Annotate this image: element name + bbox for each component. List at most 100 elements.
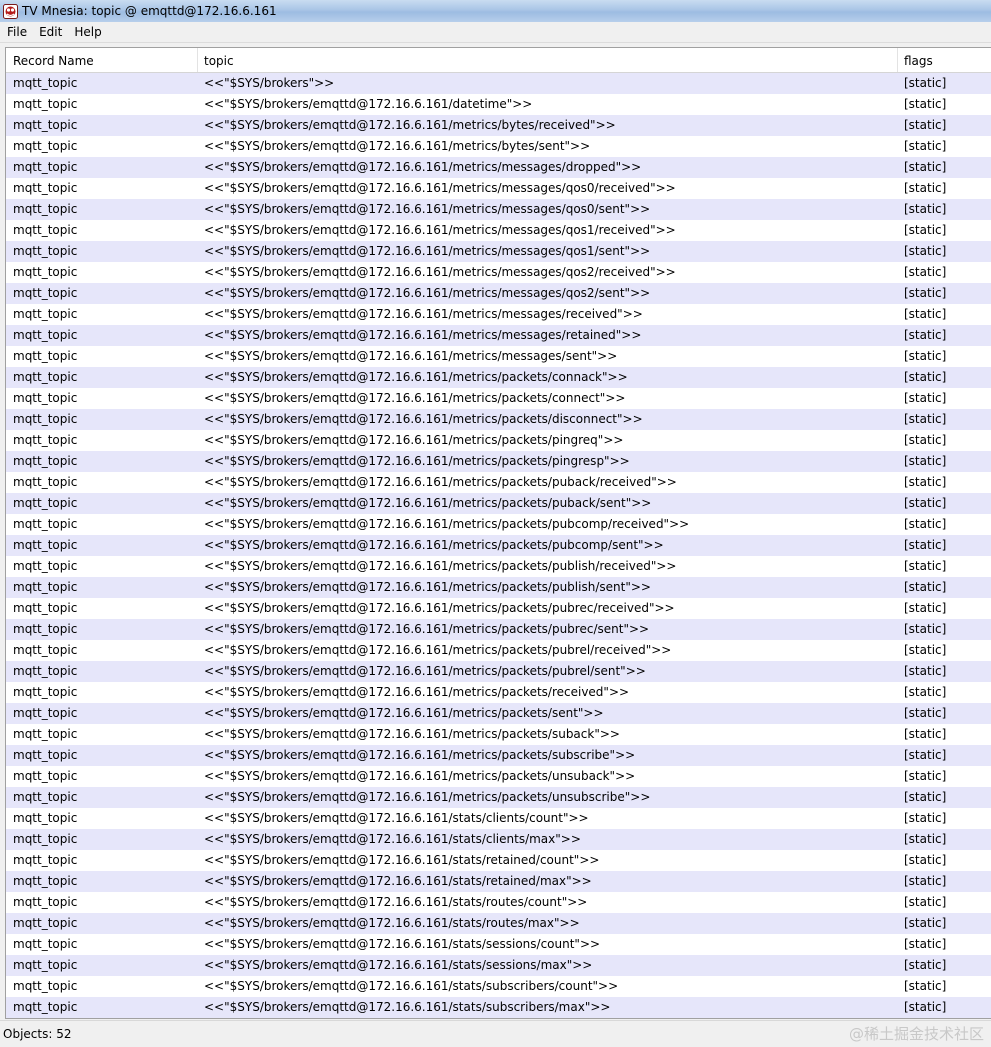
cell-topic: <<"$SYS/brokers/emqttd@172.16.6.161/metr… <box>204 748 636 762</box>
table-row[interactable]: mqtt_topic <<"$SYS/brokers/emqttd@172.16.… <box>6 283 991 304</box>
table-row[interactable]: mqtt_topic <<"$SYS/brokers/emqttd@172.16.… <box>6 745 991 766</box>
cell-record-name: mqtt_topic <box>13 454 78 468</box>
cell-record-name: mqtt_topic <box>13 874 78 888</box>
table-row[interactable]: mqtt_topic <<"$SYS/brokers/emqttd@172.16.… <box>6 724 991 745</box>
table-row[interactable]: mqtt_topic <<"$SYS/brokers/emqttd@172.16.… <box>6 934 991 955</box>
cell-flags: [static] <box>904 265 947 279</box>
menu-edit[interactable]: Edit <box>32 25 67 39</box>
table-row[interactable]: mqtt_topic <<"$SYS/brokers/emqttd@172.16.… <box>6 808 991 829</box>
table-row[interactable]: mqtt_topic <<"$SYS/brokers/emqttd@172.16.… <box>6 388 991 409</box>
cell-topic: <<"$SYS/brokers/emqttd@172.16.6.161/metr… <box>204 328 642 342</box>
table-row[interactable]: mqtt_topic <<"$SYS/brokers">> [static] <box>6 73 991 94</box>
cell-record-name: mqtt_topic <box>13 244 78 258</box>
cell-topic: <<"$SYS/brokers/emqttd@172.16.6.161/metr… <box>204 118 616 132</box>
cell-record-name: mqtt_topic <box>13 118 78 132</box>
table-row[interactable]: mqtt_topic <<"$SYS/brokers/emqttd@172.16.… <box>6 640 991 661</box>
cell-topic: <<"$SYS/brokers/emqttd@172.16.6.161/metr… <box>204 622 650 636</box>
table-row[interactable]: mqtt_topic <<"$SYS/brokers/emqttd@172.16.… <box>6 409 991 430</box>
table-row[interactable]: mqtt_topic <<"$SYS/brokers/emqttd@172.16.… <box>6 829 991 850</box>
table-row[interactable]: mqtt_topic <<"$SYS/brokers/emqttd@172.16.… <box>6 199 991 220</box>
table-row[interactable]: mqtt_topic <<"$SYS/brokers/emqttd@172.16.… <box>6 430 991 451</box>
cell-record-name: mqtt_topic <box>13 769 78 783</box>
cell-flags: [static] <box>904 853 947 867</box>
cell-record-name: mqtt_topic <box>13 937 78 951</box>
menu-help[interactable]: Help <box>67 25 106 39</box>
table-row[interactable]: mqtt_topic <<"$SYS/brokers/emqttd@172.16.… <box>6 367 991 388</box>
table-row[interactable]: mqtt_topic <<"$SYS/brokers/emqttd@172.16.… <box>6 892 991 913</box>
table-row[interactable]: mqtt_topic <<"$SYS/brokers/emqttd@172.16.… <box>6 136 991 157</box>
table-row[interactable]: mqtt_topic <<"$SYS/brokers/emqttd@172.16.… <box>6 913 991 934</box>
cell-flags: [static] <box>904 76 947 90</box>
cell-record-name: mqtt_topic <box>13 76 78 90</box>
cell-record-name: mqtt_topic <box>13 370 78 384</box>
cell-flags: [static] <box>904 727 947 741</box>
table-row[interactable]: mqtt_topic <<"$SYS/brokers/emqttd@172.16.… <box>6 304 991 325</box>
table-row[interactable]: mqtt_topic <<"$SYS/brokers/emqttd@172.16.… <box>6 178 991 199</box>
table-row[interactable]: mqtt_topic <<"$SYS/brokers/emqttd@172.16.… <box>6 997 991 1018</box>
table-row[interactable]: mqtt_topic <<"$SYS/brokers/emqttd@172.16.… <box>6 514 991 535</box>
cell-topic: <<"$SYS/brokers/emqttd@172.16.6.161/metr… <box>204 181 676 195</box>
table-row[interactable]: mqtt_topic <<"$SYS/brokers/emqttd@172.16.… <box>6 619 991 640</box>
menu-file[interactable]: File <box>0 25 32 39</box>
cell-flags: [static] <box>904 97 947 111</box>
table-row[interactable]: mqtt_topic <<"$SYS/brokers/emqttd@172.16.… <box>6 115 991 136</box>
table-row[interactable]: mqtt_topic <<"$SYS/brokers/emqttd@172.16.… <box>6 577 991 598</box>
table-row[interactable]: mqtt_topic <<"$SYS/brokers/emqttd@172.16.… <box>6 787 991 808</box>
table-row[interactable]: mqtt_topic <<"$SYS/brokers/emqttd@172.16.… <box>6 850 991 871</box>
table-row[interactable]: mqtt_topic <<"$SYS/brokers/emqttd@172.16.… <box>6 661 991 682</box>
table-row[interactable]: mqtt_topic <<"$SYS/brokers/emqttd@172.16.… <box>6 346 991 367</box>
table-row[interactable]: mqtt_topic <<"$SYS/brokers/emqttd@172.16.… <box>6 451 991 472</box>
table-row[interactable]: mqtt_topic <<"$SYS/brokers/emqttd@172.16.… <box>6 325 991 346</box>
column-header-record-name[interactable]: Record Name <box>6 48 197 72</box>
table-row[interactable]: mqtt_topic <<"$SYS/brokers/emqttd@172.16.… <box>6 976 991 997</box>
cell-record-name: mqtt_topic <box>13 202 78 216</box>
cell-flags: [static] <box>904 748 947 762</box>
cell-flags: [static] <box>904 979 947 993</box>
tv-mnesia-app-icon[interactable] <box>2 3 18 19</box>
column-header-topic[interactable]: topic <box>197 48 897 72</box>
cell-record-name: mqtt_topic <box>13 1000 78 1014</box>
table-row[interactable]: mqtt_topic <<"$SYS/brokers/emqttd@172.16.… <box>6 472 991 493</box>
cell-flags: [static] <box>904 223 947 237</box>
cell-topic: <<"$SYS/brokers/emqttd@172.16.6.161/stat… <box>204 874 592 888</box>
cell-record-name: mqtt_topic <box>13 958 78 972</box>
cell-flags: [static] <box>904 559 947 573</box>
cell-topic: <<"$SYS/brokers/emqttd@172.16.6.161/date… <box>204 97 533 111</box>
table-row[interactable]: mqtt_topic <<"$SYS/brokers/emqttd@172.16.… <box>6 871 991 892</box>
cell-topic: <<"$SYS/brokers/emqttd@172.16.6.161/metr… <box>204 517 690 531</box>
cell-record-name: mqtt_topic <box>13 601 78 615</box>
table-row[interactable]: mqtt_topic <<"$SYS/brokers/emqttd@172.16.… <box>6 703 991 724</box>
cell-flags: [static] <box>904 664 947 678</box>
cell-record-name: mqtt_topic <box>13 475 78 489</box>
cell-flags: [static] <box>904 811 947 825</box>
cell-flags: [static] <box>904 328 947 342</box>
table-row[interactable]: mqtt_topic <<"$SYS/brokers/emqttd@172.16.… <box>6 493 991 514</box>
table-row[interactable]: mqtt_topic <<"$SYS/brokers/emqttd@172.16.… <box>6 598 991 619</box>
cell-flags: [static] <box>904 874 947 888</box>
cell-topic: <<"$SYS/brokers/emqttd@172.16.6.161/metr… <box>204 664 646 678</box>
cell-topic: <<"$SYS/brokers/emqttd@172.16.6.161/metr… <box>204 538 664 552</box>
table-row[interactable]: mqtt_topic <<"$SYS/brokers/emqttd@172.16.… <box>6 157 991 178</box>
cell-record-name: mqtt_topic <box>13 181 78 195</box>
table-row[interactable]: mqtt_topic <<"$SYS/brokers/emqttd@172.16.… <box>6 766 991 787</box>
cell-record-name: mqtt_topic <box>13 748 78 762</box>
table-row[interactable]: mqtt_topic <<"$SYS/brokers/emqttd@172.16.… <box>6 241 991 262</box>
column-header-flags[interactable]: flags <box>897 48 991 72</box>
table-row[interactable]: mqtt_topic <<"$SYS/brokers/emqttd@172.16.… <box>6 94 991 115</box>
cell-flags: [static] <box>904 496 947 510</box>
cell-record-name: mqtt_topic <box>13 139 78 153</box>
title-bar: TV Mnesia: topic @ emqttd@172.16.6.161 <box>0 0 991 22</box>
cell-flags: [static] <box>904 475 947 489</box>
cell-flags: [static] <box>904 286 947 300</box>
cell-flags: [static] <box>904 349 947 363</box>
table-row[interactable]: mqtt_topic <<"$SYS/brokers/emqttd@172.16.… <box>6 955 991 976</box>
cell-record-name: mqtt_topic <box>13 580 78 594</box>
table-row[interactable]: mqtt_topic <<"$SYS/brokers/emqttd@172.16.… <box>6 535 991 556</box>
table-row[interactable]: mqtt_topic <<"$SYS/brokers/emqttd@172.16.… <box>6 262 991 283</box>
cell-record-name: mqtt_topic <box>13 265 78 279</box>
table-row[interactable]: mqtt_topic <<"$SYS/brokers/emqttd@172.16.… <box>6 220 991 241</box>
status-bar: Objects: 52 @稀土掘金技术社区 <box>0 1020 991 1047</box>
table-row[interactable]: mqtt_topic <<"$SYS/brokers/emqttd@172.16.… <box>6 556 991 577</box>
cell-topic: <<"$SYS/brokers/emqttd@172.16.6.161/metr… <box>204 349 618 363</box>
table-row[interactable]: mqtt_topic <<"$SYS/brokers/emqttd@172.16.… <box>6 682 991 703</box>
